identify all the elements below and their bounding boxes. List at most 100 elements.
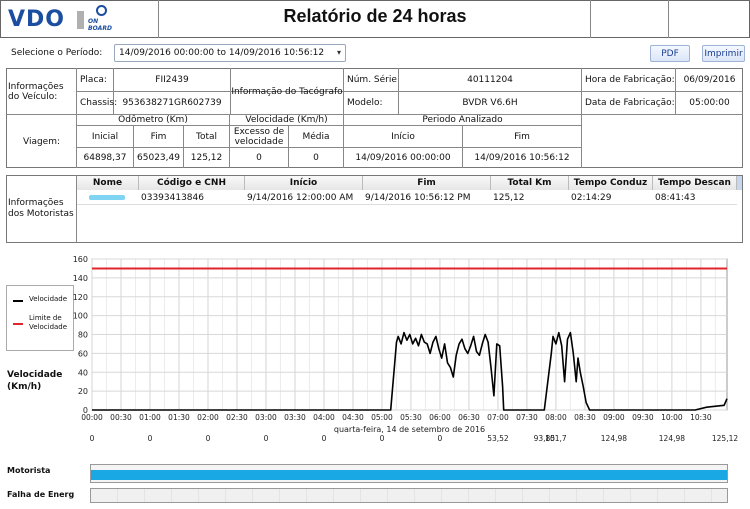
serial-label: Núm. Série	[347, 75, 397, 85]
y-tick-label: 20	[78, 387, 88, 396]
y-tick-label: 40	[78, 368, 88, 377]
legend-limit-swatch	[13, 323, 23, 325]
driver-end: 9/14/2016 10:56:12 PM	[365, 192, 471, 203]
x-tick-label: 02:00	[197, 413, 219, 422]
plate-value: FII2439	[155, 75, 189, 85]
legend-speed-swatch	[13, 300, 23, 302]
vdo-logo-text: VDO	[8, 7, 65, 32]
cumulative-km-label: 0	[438, 434, 443, 443]
table-row[interactable]: 03393413846 9/14/2016 12:00:00 AM 9/14/2…	[77, 190, 737, 205]
speed-group-label: Velocidade (Km/h)	[245, 115, 328, 125]
period-select[interactable]: 14/09/2016 00:00:00 to 14/09/2016 10:56:…	[114, 44, 346, 62]
trip-section-label: Viagem:	[22, 136, 61, 147]
drivers-grid: Nome Código e CNH Início Fim Total Km Te…	[77, 176, 742, 242]
cumulative-km-label: 93,85	[534, 434, 556, 443]
pdf-button[interactable]: PDF	[650, 45, 690, 62]
x-axis-label: quarta-feira, 14 de setembro de 2016	[334, 425, 485, 434]
cumulative-km-label: 124,98	[601, 434, 627, 443]
end-value: 65023,49	[137, 152, 180, 163]
vehicle-section-label: Informações do Veículo:	[8, 81, 64, 102]
excess-value: 0	[256, 152, 262, 163]
initial-value: 64898,37	[83, 152, 127, 163]
driver-start: 9/14/2016 12:00:00 AM	[247, 192, 354, 203]
header-divider-right2	[668, 0, 669, 38]
plot-area	[91, 258, 728, 411]
x-tick-label: 07:30	[516, 413, 538, 422]
driver-rest-time: 08:41:43	[655, 192, 696, 203]
driver-drive-time: 02:14:29	[571, 192, 612, 203]
header-divider-left	[158, 0, 159, 38]
x-tick-label: 08:30	[574, 413, 596, 422]
x-tick-label: 02:30	[226, 413, 248, 422]
col-nome[interactable]: Nome	[77, 176, 139, 190]
driver-timeline-track	[90, 464, 728, 483]
cumulative-km-label: 0	[264, 434, 269, 443]
period-end-label: Fim	[514, 131, 530, 142]
power-failure-track	[90, 488, 728, 503]
total-value: 125,12	[190, 152, 223, 163]
period-group-label: Periodo Analizado	[422, 115, 503, 125]
mfg-date-value: 05:00:00	[689, 98, 730, 108]
print-button[interactable]: Imprimir	[702, 45, 745, 62]
tacho-label: Informação do Tacógrafo	[231, 86, 343, 97]
odometer-label: Odômetro (Km)	[118, 115, 188, 125]
col-total-km[interactable]: Total Km	[491, 176, 569, 190]
model-label: Modelo:	[347, 98, 383, 108]
period-end-value: 14/09/2016 10:56:12	[474, 152, 570, 163]
mfg-time-label: Hora de Fabricação:	[585, 75, 675, 85]
y-tick-label: 60	[78, 349, 88, 358]
cumulative-km-label: 124,98	[659, 434, 685, 443]
page-title: Relatório de 24 horas	[283, 6, 467, 26]
x-tick-label: 04:30	[342, 413, 364, 422]
cumulative-km-label: 0	[380, 434, 385, 443]
driver-code: 03393413846	[141, 192, 204, 203]
y-tick-label: 100	[73, 312, 88, 321]
chart-ylabel: Velocidade (Km/h)	[7, 370, 63, 392]
cumulative-km-label: 101,7	[545, 434, 567, 443]
logo-divider	[77, 11, 84, 29]
driver-total: 125,12	[493, 192, 525, 203]
legend-speed-label: Velocidade	[29, 295, 68, 303]
grid-scroll-strip[interactable]	[737, 176, 742, 190]
col-tempo-conduz[interactable]: Tempo Conduz	[569, 176, 653, 190]
avg-value: 0	[313, 152, 319, 163]
chassis-value: 953638271GR602739	[122, 98, 222, 108]
y-tick-label: 120	[73, 293, 88, 302]
x-tick-label: 00:00	[81, 413, 103, 422]
serial-value: 40111204	[467, 75, 513, 85]
avg-label: Média	[302, 131, 330, 142]
period-select-value: 14/09/2016 00:00:00 to 14/09/2016 10:56:…	[119, 48, 325, 58]
cumulative-km-label: 0	[148, 434, 153, 443]
plate-label: Placa:	[80, 75, 107, 85]
x-tick-label: 04:00	[313, 413, 335, 422]
mfg-date-label: Data de Fabricação:	[585, 98, 675, 108]
track-label-driver: Motorista	[7, 466, 51, 475]
cumulative-km-label: 53,52	[487, 434, 509, 443]
x-tick-label: 09:00	[603, 413, 625, 422]
x-tick-label: 06:30	[458, 413, 480, 422]
driver-name-chip	[89, 195, 125, 200]
x-tick-label: 01:30	[168, 413, 190, 422]
col-codigo[interactable]: Código e CNH	[139, 176, 245, 190]
col-fim[interactable]: Fim	[363, 176, 491, 190]
drivers-section-label: Informações dos Motoristas	[8, 198, 74, 219]
x-tick-label: 10:30	[690, 413, 712, 422]
mfg-time-value: 06/09/2016	[683, 75, 736, 85]
vdo-logo: VDO ON BOARD	[6, 3, 124, 35]
x-tick-label: 00:30	[110, 413, 132, 422]
onboard-icon	[96, 5, 107, 16]
y-tick-label: 160	[73, 255, 88, 264]
start-value: 14/09/2016 00:00:00	[355, 152, 451, 163]
end-label: Fim	[150, 131, 167, 142]
y-tick-label: 0	[83, 406, 88, 415]
col-tempo-descan[interactable]: Tempo Descan	[653, 176, 737, 190]
cumulative-km-label: 0	[322, 434, 327, 443]
x-tick-label: 08:00	[545, 413, 567, 422]
total-label: Total	[195, 131, 218, 142]
period-label: Selecione o Período:	[11, 48, 103, 58]
cumulative-km-label: 125,12	[712, 434, 738, 443]
col-inicio[interactable]: Início	[245, 176, 363, 190]
start-label: Início	[391, 131, 415, 142]
driver-activity-bar[interactable]	[91, 470, 727, 480]
x-tick-label: 06:00	[429, 413, 451, 422]
